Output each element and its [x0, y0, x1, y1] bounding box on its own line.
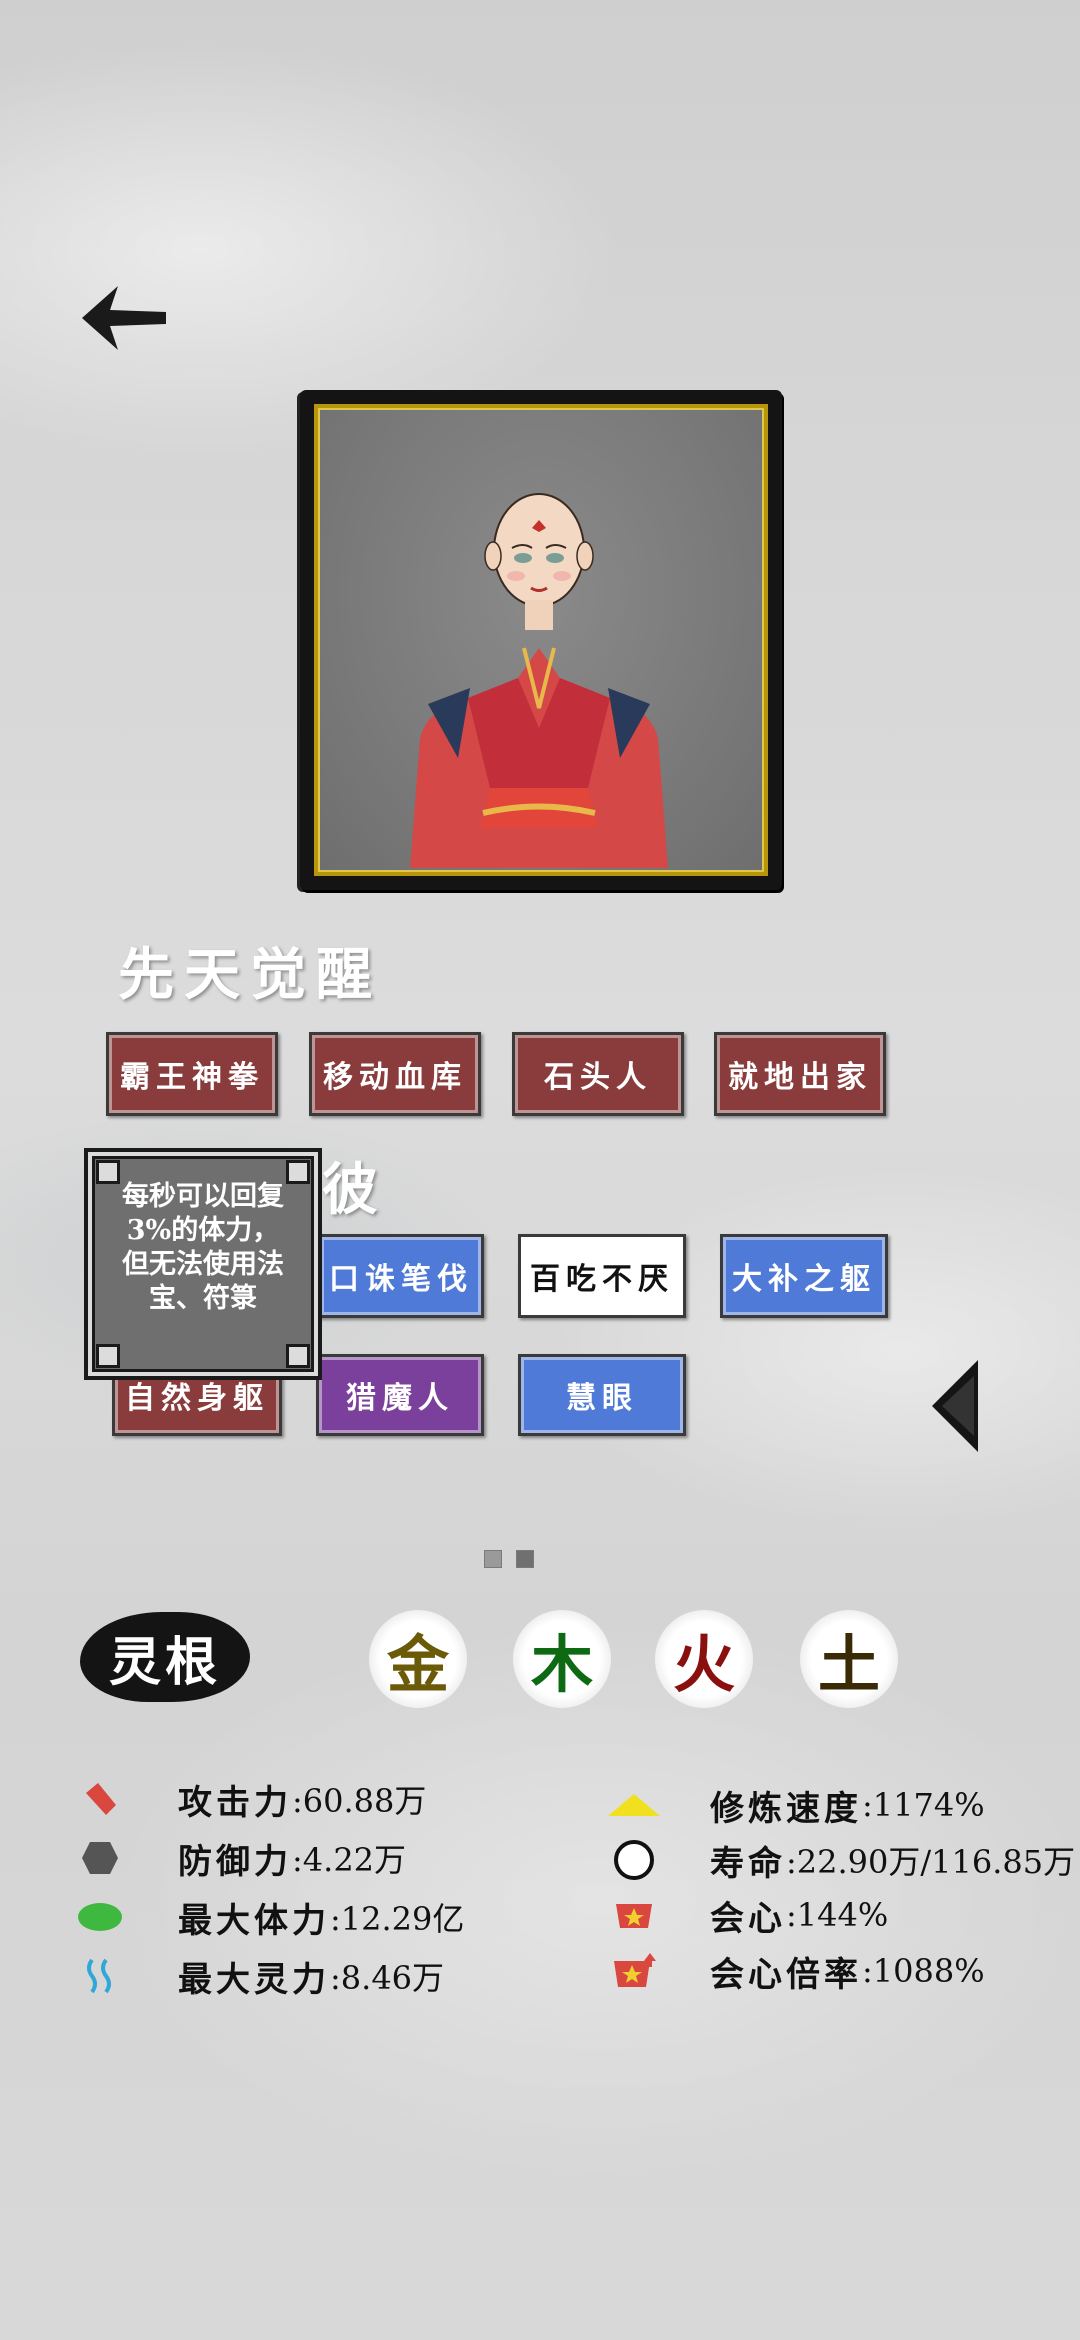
- stat-crit-rate-label: 会心倍率: [710, 1954, 862, 1995]
- stat-attack-label: 攻击力: [178, 1782, 292, 1823]
- stat-lifespan-value: :22.90万/116.85万: [786, 1843, 1076, 1881]
- tooltip-corner: [286, 1344, 310, 1368]
- back-arrow-icon: [82, 286, 166, 350]
- stat-cultivation-label: 修炼速度: [710, 1788, 862, 1829]
- element-wood-char: 木: [530, 1628, 593, 1701]
- innate-skill-2[interactable]: 移动血库: [309, 1032, 481, 1116]
- spirit-power-icon: [72, 1951, 128, 2001]
- stat-crit: 会心 :144%: [606, 1890, 888, 1940]
- tooltip-corner: [286, 1160, 310, 1184]
- tooltip-corner: [96, 1160, 120, 1184]
- stat-cultivation-speed: 修炼速度 :1174%: [606, 1780, 985, 1830]
- crit-rate-icon: [606, 1946, 662, 1996]
- element-fire: 火: [655, 1610, 753, 1708]
- spirit-root-badge: 灵根: [80, 1612, 250, 1702]
- back-arrow-button[interactable]: [78, 282, 170, 354]
- acquired-skill-5[interactable]: 猎魔人: [316, 1354, 484, 1436]
- element-metal-char: 金: [386, 1628, 449, 1701]
- stat-max-health-label: 最大体力: [178, 1900, 330, 1941]
- stat-lifespan-label: 寿命: [710, 1843, 786, 1884]
- tooltip-text: 每秒可以回复3%的体力，但无法使用法宝、符箓: [122, 1181, 284, 1314]
- stat-max-spirit-label: 最大灵力: [178, 1959, 330, 2000]
- innate-skill-1[interactable]: 霸王神拳: [106, 1032, 278, 1116]
- stat-attack: 攻击力 :60.88万: [72, 1774, 426, 1824]
- skill-tooltip: 每秒可以回复3%的体力，但无法使用法宝、符箓: [84, 1148, 322, 1380]
- stat-max-health: 最大体力 :12.29亿: [72, 1892, 464, 1942]
- acquired-skill-1[interactable]: 口诛笔伐: [318, 1234, 484, 1318]
- stat-crit-rate: 会心倍率 :1088%: [606, 1946, 985, 1996]
- stat-max-health-value: :12.29亿: [330, 1900, 465, 1938]
- element-earth-char: 土: [817, 1628, 880, 1701]
- acquired-section-title: 彼: [322, 1157, 388, 1223]
- stat-attack-value: :60.88万: [292, 1782, 427, 1820]
- attack-icon: [72, 1774, 128, 1824]
- tooltip-corner: [96, 1344, 120, 1368]
- stat-lifespan: 寿命 :22.90万/116.85万: [606, 1835, 1075, 1885]
- cultivation-icon: [606, 1780, 662, 1830]
- health-icon: [72, 1892, 128, 1942]
- stat-defense-label: 防御力: [178, 1841, 292, 1882]
- acquired-skill-6[interactable]: 慧眼: [518, 1354, 686, 1436]
- stat-crit-rate-value: :1088%: [862, 1952, 985, 1990]
- crit-icon: [606, 1890, 662, 1940]
- innate-skill-3[interactable]: 石头人: [512, 1032, 684, 1116]
- left-triangle-arrow-icon: [932, 1360, 978, 1452]
- stat-crit-label: 会心: [710, 1898, 786, 1939]
- stat-defense: 防御力 :4.22万: [72, 1833, 406, 1883]
- stat-max-spirit: 最大灵力 :8.46万: [72, 1951, 444, 2001]
- stat-crit-value: :144%: [786, 1896, 889, 1934]
- acquired-skill-3[interactable]: 大补之躯: [720, 1234, 888, 1318]
- page-dot-2[interactable]: [516, 1550, 534, 1568]
- element-fire-char: 火: [672, 1628, 735, 1701]
- lifespan-icon: [606, 1835, 662, 1885]
- character-portrait-frame: [300, 390, 782, 890]
- innate-skill-4[interactable]: 就地出家: [714, 1032, 886, 1116]
- stat-cultivation-value: :1174%: [862, 1786, 985, 1824]
- element-earth: 土: [800, 1610, 898, 1708]
- next-page-button[interactable]: [930, 1358, 980, 1454]
- page-dot-1[interactable]: [484, 1550, 502, 1568]
- character-portrait: [314, 404, 768, 876]
- character-avatar: [410, 493, 668, 868]
- innate-awakening-title: 先天觉醒: [118, 942, 382, 1008]
- element-metal: 金: [369, 1610, 467, 1708]
- defense-icon: [72, 1833, 128, 1883]
- acquired-skill-2[interactable]: 百吃不厌: [518, 1234, 686, 1318]
- stat-defense-value: :4.22万: [292, 1841, 407, 1879]
- element-wood: 木: [513, 1610, 611, 1708]
- stat-max-spirit-value: :8.46万: [330, 1959, 445, 1997]
